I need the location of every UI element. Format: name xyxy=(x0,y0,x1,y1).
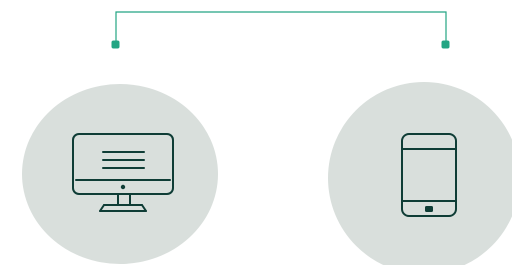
smartphone-node-circle xyxy=(328,82,512,265)
smartphone-home-button xyxy=(425,206,433,212)
bracket-connector xyxy=(111,11,450,49)
device-sync-diagram xyxy=(22,11,512,265)
connector-line xyxy=(115,11,447,44)
desktop-node-circle xyxy=(22,84,218,264)
connector-endpoint-right xyxy=(441,40,450,49)
desktop-node xyxy=(22,84,218,264)
monitor-power-dot xyxy=(120,184,126,190)
smartphone-node xyxy=(328,82,512,265)
connector-endpoint-left xyxy=(111,40,120,49)
